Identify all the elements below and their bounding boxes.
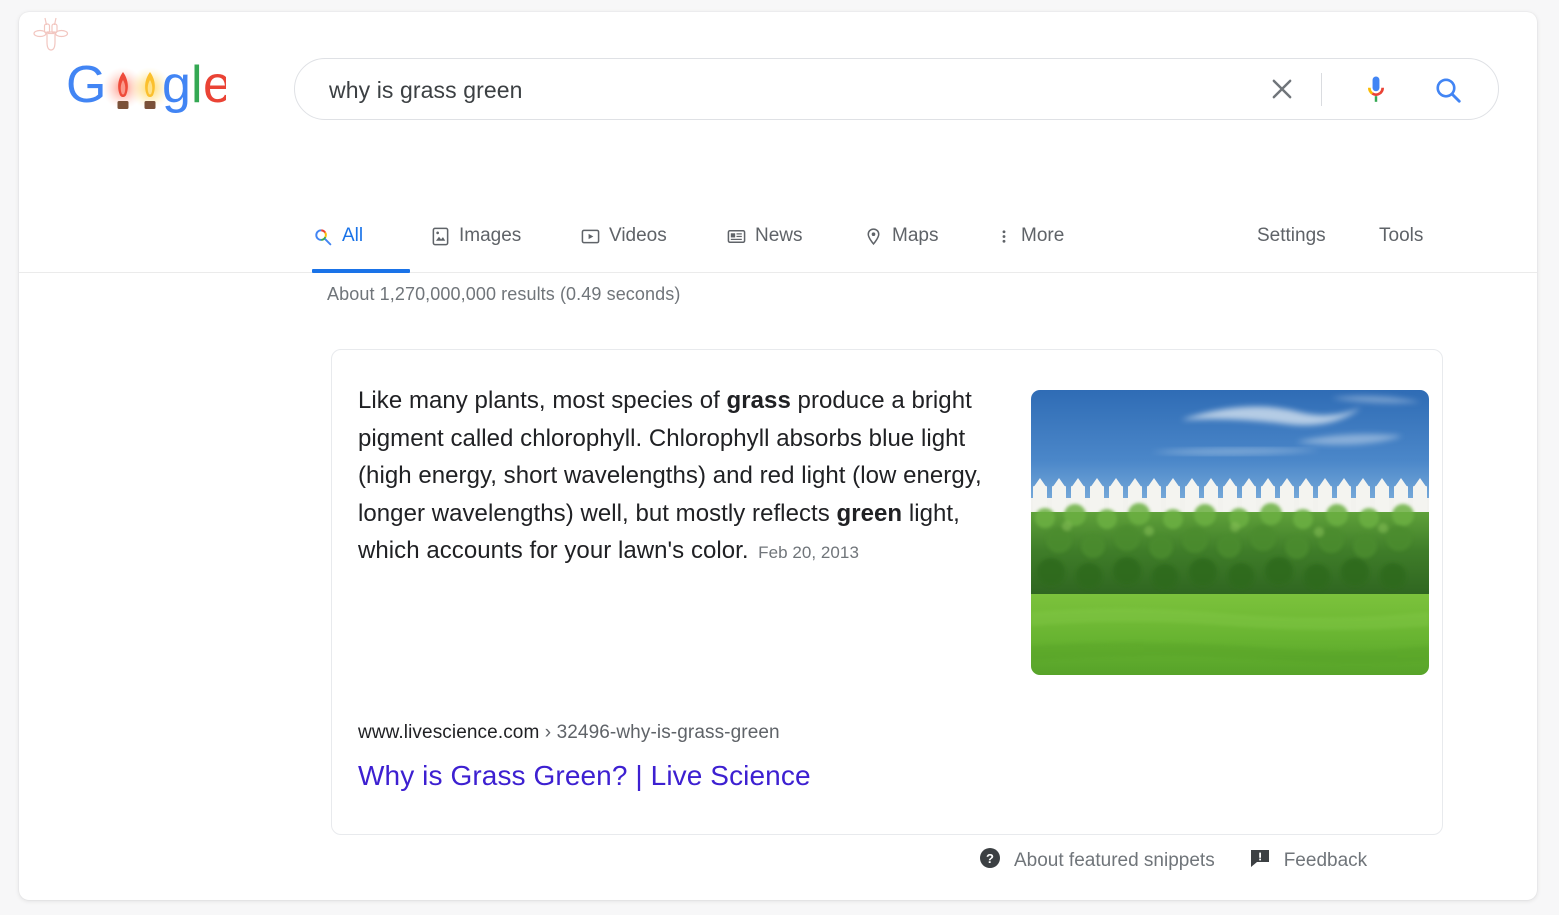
search-nav-tabs: All Images Videos News Maps More Setting… bbox=[19, 202, 1537, 273]
source-path: 32496-why-is-grass-green bbox=[556, 722, 780, 743]
tab-news[interactable]: News bbox=[727, 214, 803, 258]
video-play-icon bbox=[581, 227, 600, 246]
source-domain: www.livescience.com bbox=[358, 722, 540, 743]
result-title-link[interactable]: Why is Grass Green? | Live Science bbox=[358, 760, 811, 792]
tab-label: All bbox=[342, 225, 364, 246]
microphone-icon[interactable] bbox=[1361, 74, 1391, 106]
featured-snippet-card: Like many plants, most species of grass … bbox=[331, 349, 1443, 835]
active-tab-underline bbox=[312, 269, 410, 273]
footer-label: Feedback bbox=[1283, 850, 1368, 871]
svg-text:g: g bbox=[162, 62, 191, 114]
image-icon bbox=[431, 227, 450, 246]
search-divider bbox=[1321, 73, 1322, 106]
snippet-date: Feb 20, 2013 bbox=[748, 543, 859, 563]
google-magnifier-icon bbox=[312, 226, 333, 247]
snippet-footer: ? About featured snippets Feedback bbox=[979, 847, 1367, 875]
tab-label: Maps bbox=[892, 225, 939, 246]
newspaper-icon bbox=[727, 227, 746, 246]
result-source-url[interactable]: www.livescience.com › 32496-why-is-grass… bbox=[358, 722, 780, 744]
settings-link[interactable]: Settings bbox=[1257, 214, 1326, 258]
svg-text:l: l bbox=[191, 62, 203, 114]
search-header: G g l e bbox=[19, 12, 1537, 178]
svg-text:?: ? bbox=[986, 851, 994, 866]
footer-label: About featured snippets bbox=[1014, 850, 1215, 871]
tab-images[interactable]: Images bbox=[431, 214, 521, 258]
snippet-bold-term: grass bbox=[726, 387, 791, 414]
nav-separator bbox=[19, 272, 1537, 273]
snippet-thumbnail-image[interactable] bbox=[1031, 390, 1429, 675]
snippet-text-run: Like many plants, most species of bbox=[358, 387, 727, 414]
tab-more[interactable]: More bbox=[996, 214, 1064, 258]
about-featured-snippets-link[interactable]: ? About featured snippets bbox=[979, 847, 1215, 875]
snippet-text: Like many plants, most species of grass … bbox=[358, 382, 986, 572]
browser-page-card: G g l e why is grass green All Images Vi… bbox=[19, 12, 1537, 900]
svg-text:G: G bbox=[66, 62, 106, 114]
feedback-bubble-icon bbox=[1249, 847, 1271, 875]
tab-maps[interactable]: Maps bbox=[864, 214, 938, 258]
feedback-link[interactable]: Feedback bbox=[1249, 847, 1367, 875]
tab-all[interactable]: All bbox=[312, 214, 363, 258]
result-stats: About 1,270,000,000 results (0.49 second… bbox=[327, 284, 681, 304]
svg-text:e: e bbox=[203, 62, 226, 114]
tab-videos[interactable]: Videos bbox=[581, 214, 667, 258]
tab-label: Videos bbox=[609, 225, 667, 246]
tab-label: Images bbox=[459, 225, 522, 246]
tools-label: Tools bbox=[1379, 225, 1424, 246]
search-bar[interactable] bbox=[294, 58, 1499, 121]
source-separator: › bbox=[539, 722, 557, 743]
help-circle-icon: ? bbox=[979, 847, 1001, 875]
google-logo[interactable]: G g l e bbox=[66, 62, 226, 118]
map-pin-icon bbox=[864, 227, 883, 246]
tools-link[interactable]: Tools bbox=[1379, 214, 1423, 258]
snippet-bold-term: green bbox=[836, 499, 903, 527]
close-x-icon[interactable] bbox=[1268, 75, 1296, 103]
search-input[interactable] bbox=[327, 59, 1261, 121]
settings-label: Settings bbox=[1257, 225, 1326, 246]
tab-label: More bbox=[1021, 225, 1065, 246]
magnifier-icon[interactable] bbox=[1433, 75, 1463, 105]
tab-label: News bbox=[755, 225, 803, 246]
three-dots-vertical-icon bbox=[996, 227, 1012, 246]
